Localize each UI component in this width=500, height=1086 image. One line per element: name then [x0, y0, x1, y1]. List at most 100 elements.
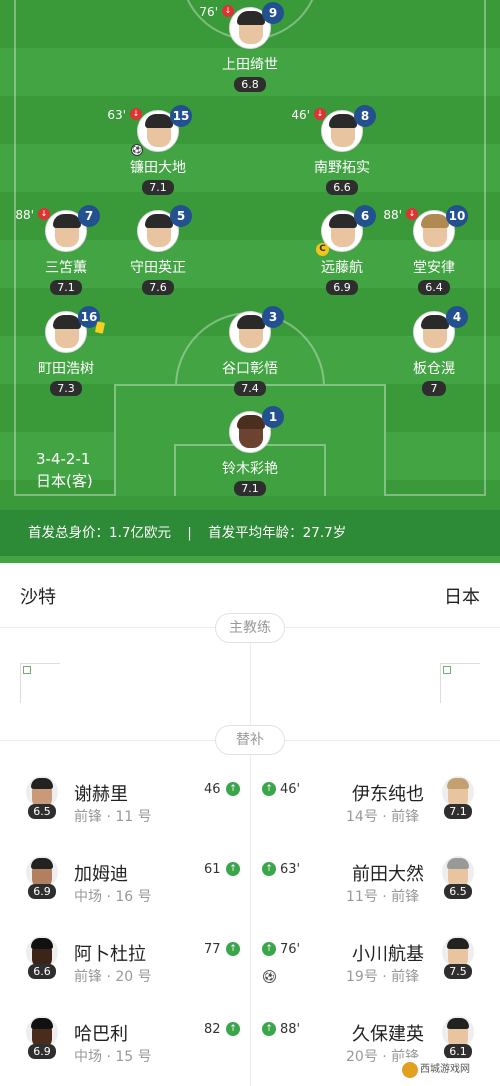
shirt-number: 3 — [262, 306, 284, 328]
player-avatar: 4 — [413, 306, 468, 353]
player-rating: 7.3 — [50, 381, 82, 396]
sub-in-icon: ↑ — [226, 942, 240, 956]
watermark: 西城游戏网 — [398, 1058, 480, 1082]
sub-in-icon: ↑ — [262, 942, 276, 956]
sub-in-icon: ↑ — [226, 1022, 240, 1036]
player-name: 堂安律 — [413, 260, 455, 276]
captain-icon: C — [316, 243, 329, 256]
sub-name: 加姆迪 — [74, 864, 128, 885]
player-name: 镰田大地 — [130, 160, 186, 176]
sub-row: 6.6 阿卜杜拉 前锋 · 20 号 77 ↑ ↑ 76' ⚽ 小川航基 19号… — [0, 928, 500, 1008]
away-sub[interactable]: ↑ 76' ⚽ 小川航基 19号 · 前锋 7.5 — [250, 928, 500, 1008]
sub-off-icon: ↓ — [222, 5, 234, 17]
player-avatar: 10 88' ↓ — [383, 205, 468, 252]
formation-label: 3-4-2-1 — [36, 450, 91, 468]
average-age: 首发平均年龄：27.7岁 — [208, 525, 347, 541]
player-rating: 7.1 — [142, 180, 174, 195]
sub-rating: 6.5 — [444, 884, 472, 899]
sub-time: 88' — [280, 1022, 301, 1037]
player-rating: 7.4 — [234, 381, 266, 396]
sub-time: 61 — [204, 862, 221, 877]
player-card[interactable]: 10 88' ↓ 堂安律 6.4 — [379, 205, 489, 295]
away-sub[interactable]: ↑ 46' 伊东纯也 14号 · 前锋 7.1 — [250, 768, 500, 848]
sub-in-icon: ↑ — [226, 782, 240, 796]
separator: | — [187, 525, 192, 541]
sub-off-time: 88' — [383, 208, 402, 222]
player-name: 上田绮世 — [222, 57, 278, 73]
player-avatar: 7 88' ↓ — [15, 205, 100, 252]
player-rating: 7.6 — [142, 280, 174, 295]
sub-off-time: 46' — [291, 108, 310, 122]
sub-off-icon: ↓ — [130, 108, 142, 120]
sub-rating: 6.9 — [28, 1044, 56, 1059]
home-coach-photo[interactable] — [20, 663, 60, 703]
sub-meta: 前锋 · 11 号 — [74, 809, 152, 825]
player-rating: 6.9 — [326, 280, 358, 295]
sub-in-icon: ↑ — [262, 862, 276, 876]
player-card[interactable]: 16 町田浩树 7.3 — [11, 306, 121, 396]
away-sub[interactable]: ↑ 63' 前田大然 11号 · 前锋 6.5 — [250, 848, 500, 928]
sub-name: 小川航基 — [352, 944, 424, 965]
home-sub[interactable]: 6.9 哈巴利 中场 · 15 号 82 ↑ — [0, 1008, 250, 1086]
shirt-number: 9 — [262, 2, 284, 24]
home-team-name[interactable]: 沙特 — [20, 583, 56, 609]
sub-name: 阿卜杜拉 — [74, 944, 146, 965]
sub-name: 谢赫里 — [74, 784, 128, 805]
home-sub[interactable]: 6.5 谢赫里 前锋 · 11 号 46 ↑ — [0, 768, 250, 848]
sub-time: 63' — [280, 862, 301, 877]
sub-off-icon: ↓ — [38, 208, 50, 220]
pitch: 9 76' ↓ 上田绮世 6.8 15 63' ↓ ⚽ 镰田大地 7.1 8 4… — [0, 0, 500, 563]
center-divider — [250, 627, 251, 739]
sub-rating: 6.9 — [28, 884, 56, 899]
player-card[interactable]: 3 谷口彰悟 7.4 — [195, 306, 305, 396]
player-card[interactable]: 9 76' ↓ 上田绮世 6.8 — [195, 2, 305, 92]
player-card[interactable]: 15 63' ↓ ⚽ 镰田大地 7.1 — [103, 105, 213, 195]
sub-name: 伊东纯也 — [352, 784, 424, 805]
player-card[interactable]: 4 板仓滉 7 — [379, 306, 489, 396]
sub-name: 哈巴利 — [74, 1024, 128, 1045]
player-name: 三笘薫 — [45, 260, 87, 276]
player-avatar: 5 — [137, 205, 192, 252]
player-name: 守田英正 — [130, 260, 186, 276]
sub-rating: 6.5 — [28, 804, 56, 819]
player-name: 南野拓实 — [314, 160, 370, 176]
player-card[interactable]: 1 铃木彩艳 7.1 — [195, 406, 305, 496]
sub-in-icon: ↑ — [262, 1022, 276, 1036]
goal-ball-icon: ⚽ — [131, 144, 143, 156]
sub-time: 82 — [204, 1022, 221, 1037]
sub-time: 46' — [280, 782, 301, 797]
sub-time: 46 — [204, 782, 221, 797]
yellow-card-icon — [94, 321, 106, 334]
player-name: 铃木彩艳 — [222, 461, 278, 477]
player-avatar: 15 63' ↓ ⚽ — [107, 105, 192, 156]
sub-meta: 11号 · 前锋 — [346, 889, 420, 905]
sub-time: 77 — [204, 942, 221, 957]
sub-meta: 中场 · 16 号 — [74, 889, 152, 905]
shirt-number: 6 — [354, 205, 376, 227]
sub-in-icon: ↑ — [262, 782, 276, 796]
player-card[interactable]: 5 守田英正 7.6 — [103, 205, 213, 295]
player-name: 远藤航 — [321, 260, 363, 276]
sub-meta: 前锋 · 20 号 — [74, 969, 152, 985]
player-name: 谷口彰悟 — [222, 361, 278, 377]
player-rating: 6.6 — [326, 180, 358, 195]
home-sub[interactable]: 6.9 加姆迪 中场 · 16 号 61 ↑ — [0, 848, 250, 928]
sub-off-time: 63' — [107, 108, 126, 122]
sub-name: 久保建英 — [352, 1024, 424, 1045]
player-rating: 7 — [422, 381, 446, 396]
sub-in-icon: ↑ — [226, 862, 240, 876]
player-rating: 7.1 — [50, 280, 82, 295]
total-value: 首发总身价：1.7亿欧元 — [28, 525, 171, 541]
sub-row: 6.9 加姆迪 中场 · 16 号 61 ↑ ↑ 63' 前田大然 11号 · … — [0, 848, 500, 928]
away-team-name[interactable]: 日本 — [444, 583, 480, 609]
sub-rating: 6.6 — [28, 964, 56, 979]
player-card[interactable]: 8 46' ↓ 南野拓实 6.6 — [287, 105, 397, 195]
player-avatar: 6 C — [316, 205, 376, 256]
team-label: 日本(客) — [36, 472, 93, 490]
home-sub[interactable]: 6.6 阿卜杜拉 前锋 · 20 号 77 ↑ — [0, 928, 250, 1008]
sub-rating: 7.5 — [444, 964, 472, 979]
sub-off-time: 76' — [199, 5, 218, 19]
away-coach-photo[interactable] — [440, 663, 480, 703]
player-rating: 7.1 — [234, 481, 266, 496]
shirt-number: 5 — [170, 205, 192, 227]
